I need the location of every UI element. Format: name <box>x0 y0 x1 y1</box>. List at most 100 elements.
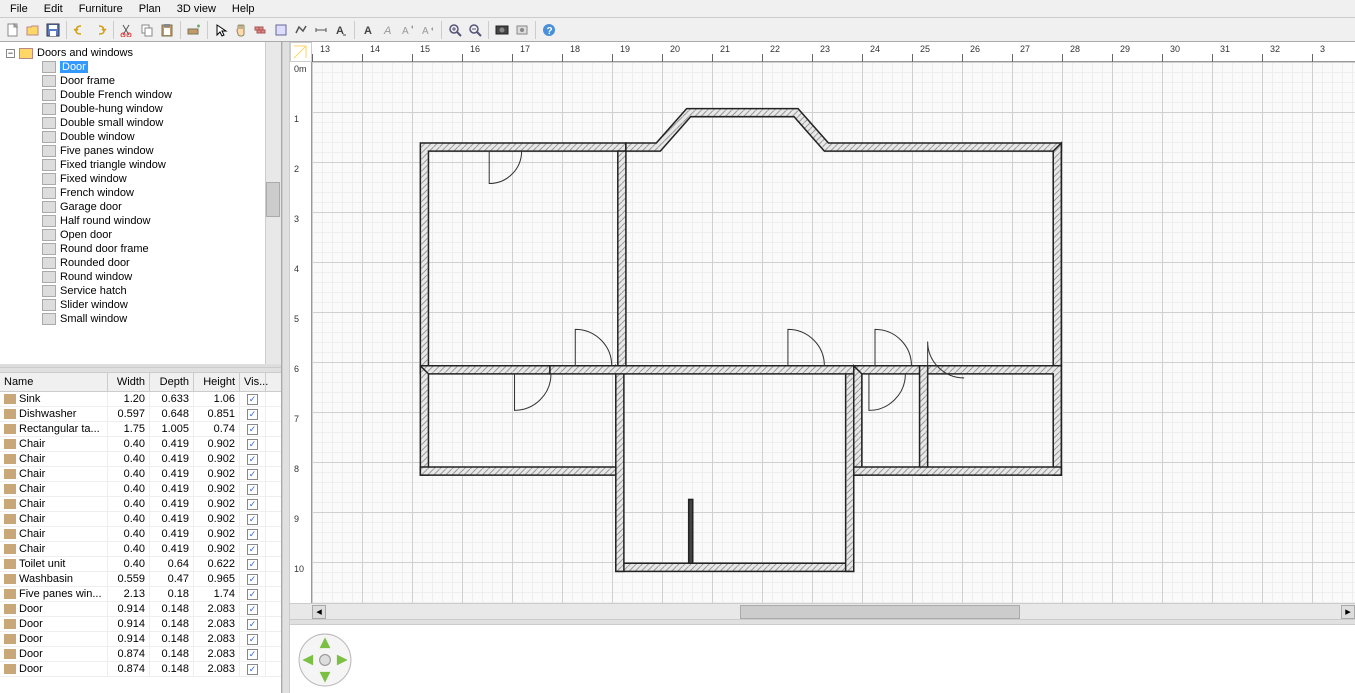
visible-checkbox[interactable]: ✓ <box>247 559 258 570</box>
plan-canvas[interactable] <box>312 62 1355 603</box>
catalog-item[interactable]: Service hatch <box>4 284 277 298</box>
visible-checkbox[interactable]: ✓ <box>247 544 258 555</box>
visible-checkbox[interactable]: ✓ <box>247 619 258 630</box>
visible-checkbox[interactable]: ✓ <box>247 499 258 510</box>
text-size-down-icon[interactable]: A <box>419 21 437 39</box>
text-size-up-icon[interactable]: A <box>399 21 417 39</box>
catalog-item[interactable]: Fixed triangle window <box>4 158 277 172</box>
catalog-item[interactable]: Double-hung window <box>4 102 277 116</box>
visible-checkbox[interactable]: ✓ <box>247 589 258 600</box>
select-icon[interactable] <box>212 21 230 39</box>
table-row[interactable]: Chair0.400.4190.902✓ <box>0 467 281 482</box>
table-row[interactable]: Chair0.400.4190.902✓ <box>0 527 281 542</box>
plan-horizontal-scrollbar[interactable]: ◂ ▸ <box>290 603 1355 619</box>
save-icon[interactable] <box>44 21 62 39</box>
visible-checkbox[interactable]: ✓ <box>247 649 258 660</box>
catalog-item[interactable]: Rounded door <box>4 256 277 270</box>
vertical-splitter[interactable] <box>282 42 290 693</box>
polyline-icon[interactable] <box>292 21 310 39</box>
copy-icon[interactable] <box>138 21 156 39</box>
open-icon[interactable] <box>24 21 42 39</box>
catalog-tree[interactable]: − Doors and windows DoorDoor frameDouble… <box>0 42 281 367</box>
table-row[interactable]: Chair0.400.4190.902✓ <box>0 497 281 512</box>
catalog-item[interactable]: Small window <box>4 312 277 326</box>
new-icon[interactable] <box>4 21 22 39</box>
catalog-item[interactable]: Garage door <box>4 200 277 214</box>
table-row[interactable]: Chair0.400.4190.902✓ <box>0 512 281 527</box>
catalog-item[interactable]: Round door frame <box>4 242 277 256</box>
catalog-item[interactable]: Double small window <box>4 116 277 130</box>
photo-icon[interactable] <box>493 21 511 39</box>
catalog-item[interactable]: Fixed window <box>4 172 277 186</box>
catalog-item[interactable]: Slider window <box>4 298 277 312</box>
table-row[interactable]: Door0.8740.1482.083✓ <box>0 647 281 662</box>
table-row[interactable]: Door0.9140.1482.083✓ <box>0 602 281 617</box>
cut-icon[interactable] <box>118 21 136 39</box>
menu-edit[interactable]: Edit <box>36 1 71 17</box>
table-row[interactable]: Chair0.400.4190.902✓ <box>0 542 281 557</box>
catalog-scrollbar[interactable] <box>265 42 281 364</box>
catalog-item[interactable]: Five panes window <box>4 144 277 158</box>
visible-checkbox[interactable]: ✓ <box>247 454 258 465</box>
pan-icon[interactable] <box>232 21 250 39</box>
redo-icon[interactable] <box>91 21 109 39</box>
undo-icon[interactable] <box>71 21 89 39</box>
visible-checkbox[interactable]: ✓ <box>247 394 258 405</box>
wall-icon[interactable] <box>252 21 270 39</box>
table-row[interactable]: Chair0.400.4190.902✓ <box>0 482 281 497</box>
table-row[interactable]: Toilet unit0.400.640.622✓ <box>0 557 281 572</box>
tree-collapse-icon[interactable]: − <box>6 49 15 58</box>
table-row[interactable]: Dishwasher0.5970.6480.851✓ <box>0 407 281 422</box>
scroll-thumb[interactable] <box>740 605 1020 619</box>
menu-file[interactable]: File <box>2 1 36 17</box>
table-row[interactable]: Door0.9140.1482.083✓ <box>0 632 281 647</box>
catalog-item[interactable]: Door <box>4 60 277 74</box>
scroll-left-icon[interactable]: ◂ <box>312 605 326 619</box>
visible-checkbox[interactable]: ✓ <box>247 514 258 525</box>
catalog-item[interactable]: Door frame <box>4 74 277 88</box>
zoom-in-icon[interactable] <box>446 21 464 39</box>
add-furniture-icon[interactable] <box>185 21 203 39</box>
table-row[interactable]: Door0.8740.1482.083✓ <box>0 662 281 677</box>
catalog-item[interactable]: Round window <box>4 270 277 284</box>
table-row[interactable]: Rectangular ta...1.751.0050.74✓ <box>0 422 281 437</box>
catalog-item[interactable]: Double French window <box>4 88 277 102</box>
visible-checkbox[interactable]: ✓ <box>247 469 258 480</box>
furniture-table[interactable]: Name Width Depth Height Vis... Sink1.200… <box>0 373 281 693</box>
table-row[interactable]: Door0.9140.1482.083✓ <box>0 617 281 632</box>
catalog-item[interactable]: Half round window <box>4 214 277 228</box>
table-row[interactable]: Chair0.400.4190.902✓ <box>0 452 281 467</box>
table-row[interactable]: Five panes win...2.130.181.74✓ <box>0 587 281 602</box>
catalog-folder[interactable]: − Doors and windows <box>4 46 277 60</box>
col-width[interactable]: Width <box>108 373 150 391</box>
visible-checkbox[interactable]: ✓ <box>247 424 258 435</box>
scroll-right-icon[interactable]: ▸ <box>1341 605 1355 619</box>
preferences-icon[interactable] <box>513 21 531 39</box>
catalog-item[interactable]: Double window <box>4 130 277 144</box>
menu-help[interactable]: Help <box>224 1 263 17</box>
col-height[interactable]: Height <box>194 373 240 391</box>
room-icon[interactable] <box>272 21 290 39</box>
text-bold-icon[interactable]: A <box>359 21 377 39</box>
dimension-icon[interactable] <box>312 21 330 39</box>
col-name[interactable]: Name <box>0 373 108 391</box>
table-row[interactable]: Sink1.200.6331.06✓ <box>0 392 281 407</box>
menu-plan[interactable]: Plan <box>131 1 169 17</box>
floorplan[interactable] <box>312 62 1355 603</box>
3d-nav-control[interactable] <box>298 633 352 687</box>
visible-checkbox[interactable]: ✓ <box>247 439 258 450</box>
visible-checkbox[interactable]: ✓ <box>247 529 258 540</box>
visible-checkbox[interactable]: ✓ <box>247 574 258 585</box>
col-depth[interactable]: Depth <box>150 373 194 391</box>
visible-checkbox[interactable]: ✓ <box>247 409 258 420</box>
catalog-item[interactable]: Open door <box>4 228 277 242</box>
catalog-scroll-thumb[interactable] <box>266 182 280 217</box>
help-icon[interactable]: ? <box>540 21 558 39</box>
col-visible[interactable]: Vis... <box>240 373 266 391</box>
visible-checkbox[interactable]: ✓ <box>247 634 258 645</box>
menu-3dview[interactable]: 3D view <box>169 1 224 17</box>
catalog-item[interactable]: French window <box>4 186 277 200</box>
menu-furniture[interactable]: Furniture <box>71 1 131 17</box>
table-row[interactable]: Chair0.400.4190.902✓ <box>0 437 281 452</box>
visible-checkbox[interactable]: ✓ <box>247 664 258 675</box>
